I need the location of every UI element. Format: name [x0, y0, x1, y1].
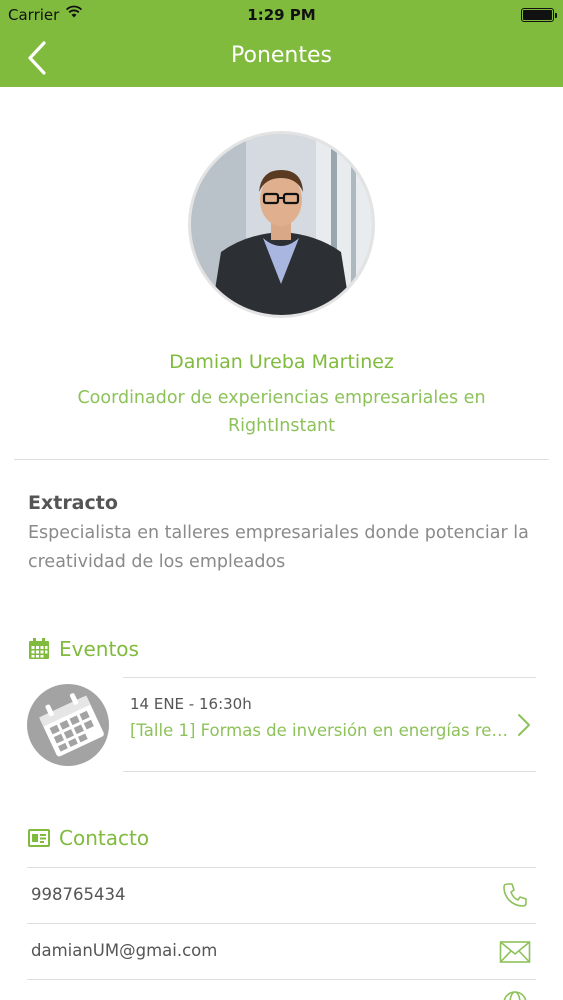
envelope-icon [499, 940, 531, 968]
contact-divider-1 [27, 867, 536, 868]
contact-divider-3 [27, 979, 536, 980]
speaker-role: Coordinador de experiencias empresariale… [77, 388, 486, 436]
id-card-icon [28, 829, 50, 847]
speaker-avatar [188, 131, 375, 318]
clock: 1:29 PM [247, 6, 316, 24]
event-title: [Talle 1] Formas de inversión en energía… [130, 721, 515, 740]
email-address: damianUM@gmai.com [31, 941, 218, 960]
contact-divider-2 [27, 923, 536, 924]
calendar-icon [29, 638, 49, 659]
events-heading-label: Eventos [59, 637, 139, 661]
contact-heading-label: Contacto [59, 826, 150, 850]
contact-heading: Contacto [28, 826, 149, 850]
phone-icon [501, 881, 529, 913]
battery-icon [521, 8, 557, 22]
chevron-right-icon [516, 712, 532, 742]
speaker-name: Damian Ureba Martinez [169, 351, 394, 373]
section-divider [14, 459, 549, 460]
extract-heading: Extracto [28, 492, 118, 514]
event-date: 14 ENE - 16:30h [130, 695, 252, 713]
event-divider-bottom [123, 771, 536, 772]
phone-number: 998765434 [31, 885, 126, 904]
page-title: Ponentes [231, 43, 332, 68]
status-bar: Carrier 1:29 PM [0, 0, 563, 30]
events-heading: Eventos [28, 637, 139, 661]
globe-icon [502, 990, 528, 1000]
navigation-bar: Carrier 1:29 PM Ponentes [0, 0, 563, 87]
event-divider-top [123, 677, 536, 678]
extract-text: Especialista en talleres empresariales d… [28, 523, 529, 572]
event-calendar-icon [27, 684, 109, 766]
